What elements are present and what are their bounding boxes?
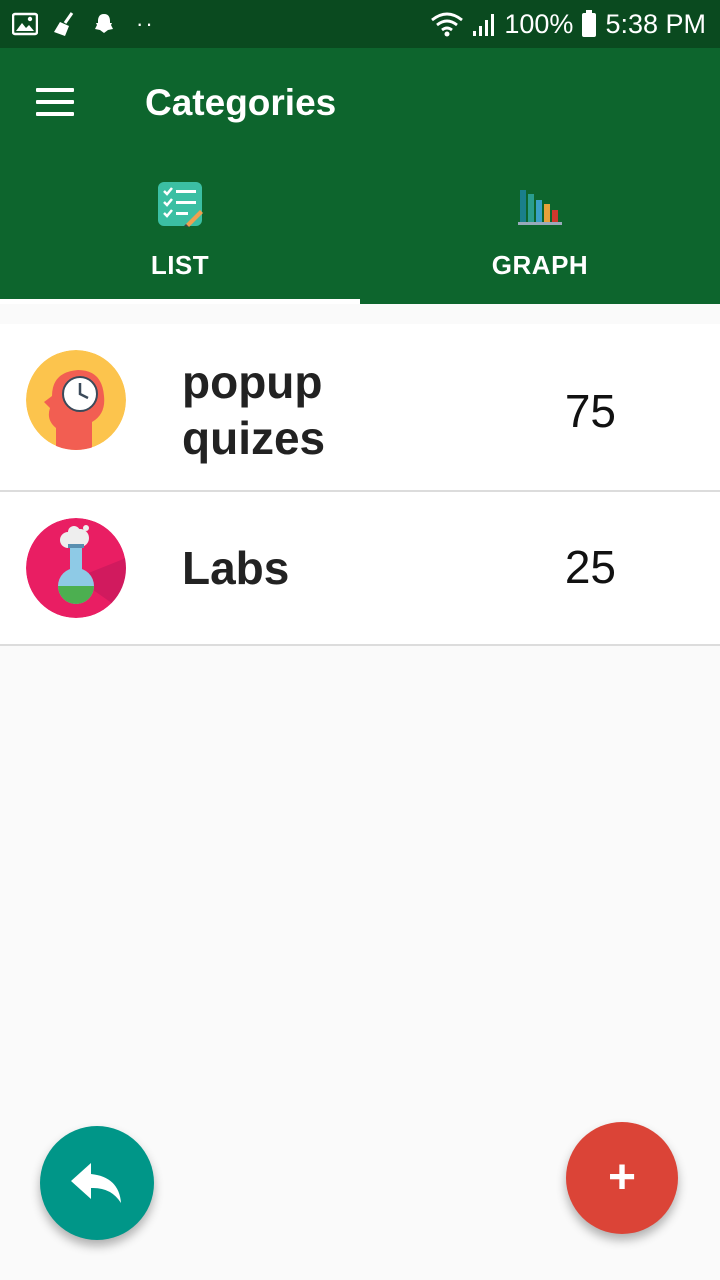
snapchat-icon: [95, 14, 113, 33]
more-dots-icon: ··: [136, 11, 155, 36]
reply-arrow-icon: [71, 1163, 121, 1203]
plus-icon: +: [607, 1151, 637, 1204]
category-list: popup quizes 75 Labs 25: [0, 324, 720, 646]
app-bar: Categories LIST GRAPH: [0, 48, 720, 304]
add-category-button[interactable]: +: [566, 1122, 678, 1234]
flask-icon: [26, 518, 126, 618]
hamburger-menu-icon[interactable]: [36, 88, 76, 118]
tab-bar: LIST GRAPH: [0, 168, 720, 304]
battery-percent: 100%: [504, 8, 574, 39]
wifi-icon: [431, 12, 464, 37]
tab-graph-label: GRAPH: [491, 250, 589, 280]
list-item[interactable]: popup quizes 75: [0, 324, 720, 492]
category-name: popup quizes: [182, 356, 326, 464]
broom-icon: [54, 12, 74, 36]
back-button[interactable]: [40, 1126, 154, 1240]
head-clock-icon: [26, 350, 126, 450]
bar-chart-icon: [518, 190, 562, 225]
tab-selected-indicator: [0, 299, 360, 304]
signal-icon: [473, 14, 495, 36]
category-count: 75: [564, 385, 616, 437]
tab-graph[interactable]: GRAPH: [360, 168, 720, 304]
list-item[interactable]: Labs 25: [0, 492, 720, 646]
checklist-icon: [158, 182, 203, 227]
status-bar: ·· 100% 5:38 PM: [0, 0, 720, 48]
tab-list[interactable]: LIST: [0, 168, 360, 304]
page-title: Categories: [145, 82, 337, 123]
category-name: Labs: [182, 542, 290, 594]
status-right-icons: 100% 5:38 PM: [430, 9, 706, 40]
tab-list-label: LIST: [150, 250, 210, 280]
status-left-icons: ··: [12, 11, 155, 37]
clock: 5:38 PM: [605, 8, 706, 39]
category-count: 25: [564, 541, 616, 593]
battery-icon: [582, 10, 597, 37]
gallery-icon: [12, 12, 38, 36]
